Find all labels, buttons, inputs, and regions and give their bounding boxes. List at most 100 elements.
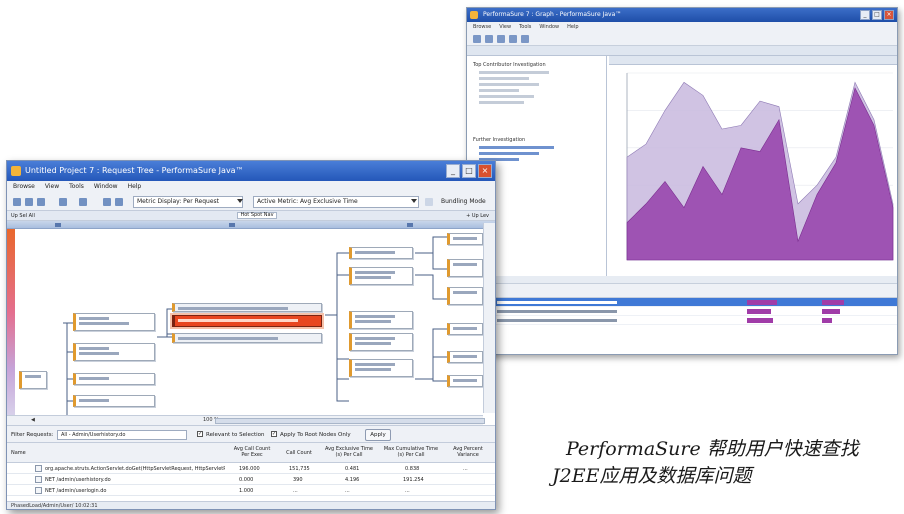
chevron-down-icon bbox=[237, 199, 243, 203]
hot-spot-node[interactable] bbox=[172, 315, 322, 327]
graph-window-title-bar[interactable]: PerformaSure 7 : Graph - PerformaSure Ja… bbox=[467, 8, 897, 22]
toolbar-icon[interactable] bbox=[509, 34, 517, 43]
menu-tools[interactable]: Tools bbox=[69, 181, 84, 193]
request-tree-title-bar[interactable]: Untitled Project 7 : Request Tree - Perf… bbox=[7, 161, 495, 181]
panel-link[interactable] bbox=[479, 152, 539, 155]
tree-node[interactable] bbox=[349, 267, 413, 285]
grid-row[interactable] bbox=[467, 307, 897, 316]
minimize-icon[interactable]: _ bbox=[860, 10, 870, 20]
tree-node[interactable] bbox=[349, 333, 413, 351]
menu-view[interactable]: View bbox=[45, 181, 59, 193]
menu-window[interactable]: Window bbox=[94, 181, 118, 193]
toolbar-icon[interactable] bbox=[521, 34, 529, 43]
forward-icon[interactable] bbox=[25, 198, 33, 206]
save-icon[interactable] bbox=[37, 198, 45, 206]
scroll-left-icon[interactable]: ◀ bbox=[31, 417, 35, 423]
tree-node[interactable] bbox=[73, 373, 155, 385]
up-level[interactable]: + Up Lev bbox=[466, 213, 489, 219]
tree-node[interactable] bbox=[172, 303, 322, 312]
filter-icon[interactable] bbox=[59, 198, 67, 206]
tree-node[interactable] bbox=[447, 323, 483, 335]
tree-node[interactable] bbox=[447, 259, 483, 277]
grid-row[interactable] bbox=[467, 316, 897, 325]
caption-line-1: PerformaSure 帮助用户快速查找 bbox=[566, 438, 859, 460]
graph-window: PerformaSure 7 : Graph - PerformaSure Ja… bbox=[466, 7, 898, 355]
close-icon[interactable]: × bbox=[478, 164, 492, 178]
request-tree-canvas[interactable] bbox=[7, 229, 483, 415]
tree-node[interactable] bbox=[349, 247, 413, 259]
graph-grid bbox=[467, 276, 897, 354]
root-only-checkbox[interactable]: ✓ bbox=[271, 431, 277, 437]
col-avg-exclusive-time[interactable]: Avg Exclusive Time (s) Per Call bbox=[323, 446, 375, 458]
metric-display-select[interactable]: Metric Display: Per Request bbox=[133, 196, 243, 208]
tree-node[interactable] bbox=[73, 343, 155, 361]
minimize-icon[interactable]: _ bbox=[446, 164, 460, 178]
tree-node[interactable] bbox=[172, 333, 322, 343]
col-call-count[interactable]: Call Count bbox=[279, 450, 319, 456]
maximize-icon[interactable]: □ bbox=[462, 164, 476, 178]
bundling-mode-label[interactable]: Bundling Mode bbox=[441, 198, 486, 205]
scroll-thumb[interactable] bbox=[215, 418, 485, 424]
filter-requests-input[interactable]: All - Admin/Userhistory.do bbox=[57, 430, 187, 440]
ruler-marker[interactable] bbox=[55, 223, 61, 227]
refresh-icon[interactable] bbox=[115, 198, 123, 206]
tree-node[interactable] bbox=[447, 375, 483, 387]
menu-help[interactable]: Help bbox=[567, 22, 578, 32]
tree-node[interactable] bbox=[447, 233, 483, 245]
ruler-marker[interactable] bbox=[407, 223, 413, 227]
col-avg-call-count[interactable]: Avg Call Count Per Exec bbox=[229, 446, 275, 458]
back-icon[interactable] bbox=[13, 198, 21, 206]
grid-header-row bbox=[467, 284, 897, 298]
hot-spot-nav-button[interactable]: Hot Spot Nav bbox=[237, 212, 277, 219]
menu-view[interactable]: View bbox=[499, 22, 511, 32]
menu-window[interactable]: Window bbox=[539, 22, 559, 32]
toolbar-icon[interactable] bbox=[473, 34, 481, 43]
tree-node[interactable] bbox=[73, 395, 155, 407]
col-max-cumulative-time[interactable]: Max Cumulative Time (s) Per Call bbox=[383, 446, 439, 458]
ruler-marker[interactable] bbox=[229, 223, 235, 227]
horizontal-scrollbar[interactable]: ◀ 100 % bbox=[7, 415, 485, 425]
up-sel-all[interactable]: Up Sel All bbox=[11, 213, 35, 219]
menu-browse[interactable]: Browse bbox=[13, 181, 35, 193]
tree-node[interactable] bbox=[73, 313, 155, 331]
root-only-label: Apply To Root Nodes Only bbox=[280, 432, 351, 438]
tree-node[interactable] bbox=[447, 287, 483, 305]
results-table: Name Avg Call Count Per Exec Call Count … bbox=[7, 443, 495, 501]
pen-icon[interactable] bbox=[79, 198, 87, 206]
timeline-ruler[interactable] bbox=[7, 221, 495, 229]
request-icon bbox=[35, 465, 42, 472]
apply-button[interactable]: Apply bbox=[365, 429, 391, 441]
request-tree-title: Untitled Project 7 : Request Tree - Perf… bbox=[25, 166, 244, 175]
relevant-label: Relevant to Selection bbox=[206, 432, 265, 438]
toolbar: Metric Display: Per Request Active Metri… bbox=[7, 193, 495, 211]
zoom-icon[interactable] bbox=[103, 198, 111, 206]
request-tree-window: Untitled Project 7 : Request Tree - Perf… bbox=[6, 160, 496, 510]
menu-tools[interactable]: Tools bbox=[519, 22, 531, 32]
table-row[interactable]: org.apache.struts.ActionServlet.doGet(Ht… bbox=[7, 463, 495, 474]
tree-node[interactable] bbox=[447, 351, 483, 363]
app-icon bbox=[470, 11, 478, 19]
panel-link[interactable] bbox=[479, 146, 554, 149]
grid-filter-bar bbox=[467, 276, 897, 284]
col-name[interactable]: Name bbox=[11, 450, 26, 456]
relevant-checkbox[interactable]: ✓ bbox=[197, 431, 203, 437]
caption-line-2: J2EE应用及数据库问题 bbox=[552, 465, 752, 487]
toolbar-icon[interactable] bbox=[497, 34, 505, 43]
tree-node[interactable] bbox=[349, 359, 413, 377]
vertical-scrollbar[interactable] bbox=[483, 223, 495, 413]
active-metric-select[interactable]: Active Metric: Avg Exclusive Time bbox=[253, 196, 419, 208]
window-controls: _ □ × bbox=[860, 10, 894, 20]
menu-browse[interactable]: Browse bbox=[473, 22, 491, 32]
toolbar-icon[interactable] bbox=[485, 34, 493, 43]
search-icon[interactable] bbox=[425, 198, 433, 206]
panel-section-title: Further Investigation bbox=[473, 137, 526, 143]
table-row[interactable]: NET /admin/userhistory.do 0.000 390 4.19… bbox=[7, 474, 495, 485]
table-row[interactable]: NET /admin/userlogin.do 1.000 ... ... ..… bbox=[7, 485, 495, 496]
tree-node[interactable] bbox=[349, 311, 413, 329]
root-node[interactable] bbox=[19, 371, 47, 389]
grid-row[interactable] bbox=[467, 298, 897, 307]
menu-help[interactable]: Help bbox=[128, 181, 142, 193]
maximize-icon[interactable]: □ bbox=[872, 10, 882, 20]
col-avg-percent-variance[interactable]: Avg Percent Variance bbox=[443, 446, 493, 458]
close-icon[interactable]: × bbox=[884, 10, 894, 20]
